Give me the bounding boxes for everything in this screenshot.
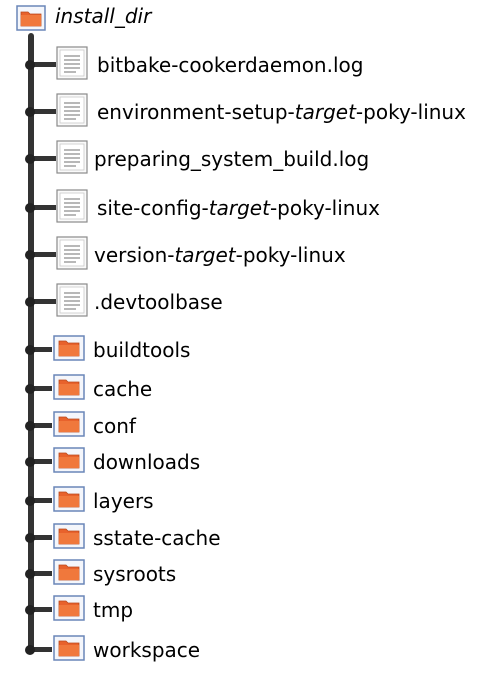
folder-entry: layers	[0, 481, 495, 521]
folder-label: conf	[93, 414, 136, 438]
file-label: preparing_system_build.log	[94, 147, 369, 171]
tree-node-dot	[25, 605, 35, 615]
tree-node-dot	[25, 60, 35, 70]
folder-entry: cache	[0, 369, 495, 409]
tree-node-dot	[25, 297, 35, 307]
tree-node-dot	[25, 154, 35, 164]
label-part: buildtools	[93, 338, 191, 362]
folder-icon	[53, 411, 85, 441]
folder-icon	[53, 447, 85, 477]
document-icon	[56, 189, 88, 227]
file-label: environment-setup-target-poky-linux	[97, 100, 466, 124]
label-part: version-	[94, 243, 175, 267]
folder-icon	[53, 635, 85, 665]
root-folder-label: install_dir	[55, 4, 152, 28]
tree-node-dot	[25, 457, 35, 467]
file-entry: bitbake-cookerdaemon.log	[0, 45, 495, 85]
label-part: preparing_system_build.log	[94, 147, 370, 171]
folder-icon	[53, 595, 85, 625]
label-part: environment-setup-	[97, 100, 295, 124]
label-part: -poky-linux	[355, 100, 466, 124]
folder-icon	[53, 335, 85, 365]
file-entry: site-config-target-poky-linux	[0, 188, 495, 228]
file-entry: .devtoolbase	[0, 282, 495, 322]
file-label: site-config-target-poky-linux	[97, 196, 380, 220]
tree-node-dot	[25, 421, 35, 431]
folder-label: tmp	[93, 598, 133, 622]
label-part: workspace	[93, 638, 201, 662]
folder-entry: downloads	[0, 442, 495, 482]
file-entry: version-target-poky-linux	[0, 235, 495, 275]
label-part: layers	[93, 489, 154, 513]
document-icon	[56, 93, 88, 131]
tree-node-dot	[25, 345, 35, 355]
folder-label: sysroots	[93, 562, 176, 586]
folder-label: cache	[93, 377, 152, 401]
label-part: conf	[93, 414, 136, 438]
label-part: site-config-	[97, 196, 209, 220]
folder-icon	[53, 486, 85, 516]
tree-node-dot	[25, 533, 35, 543]
folder-entry: conf	[0, 406, 495, 446]
folder-label: downloads	[93, 450, 200, 474]
tree-node-dot	[25, 645, 35, 655]
folder-entry: workspace	[0, 630, 495, 670]
document-icon	[56, 140, 88, 178]
label-part: -poky-linux	[235, 243, 346, 267]
folder-icon	[53, 523, 85, 553]
label-part: downloads	[93, 450, 201, 474]
document-icon	[56, 46, 88, 84]
file-entry: preparing_system_build.log	[0, 139, 495, 179]
label-italic-part: target	[208, 196, 270, 220]
tree-node-dot	[25, 203, 35, 213]
file-label: version-target-poky-linux	[94, 243, 346, 267]
folder-icon	[53, 559, 85, 589]
folder-label: buildtools	[93, 338, 190, 362]
document-icon	[56, 283, 88, 321]
folder-label: sstate-cache	[93, 526, 221, 550]
label-italic-part: target	[294, 100, 356, 124]
label-part: sstate-cache	[93, 526, 221, 550]
folder-entry: sysroots	[0, 554, 495, 594]
label-part: tmp	[93, 598, 134, 622]
folder-entry: sstate-cache	[0, 518, 495, 558]
folder-icon	[16, 5, 46, 35]
folder-icon	[53, 374, 85, 404]
folder-label: layers	[93, 489, 154, 513]
label-italic-part: target	[174, 243, 236, 267]
directory-tree: install_dir bitbake-cookerdaemon.log envi…	[0, 0, 495, 674]
label-part: cache	[93, 377, 153, 401]
folder-entry: tmp	[0, 590, 495, 630]
document-icon	[56, 236, 88, 274]
file-entry: environment-setup-target-poky-linux	[0, 92, 495, 132]
file-label: .devtoolbase	[94, 290, 223, 314]
label-part: -poky-linux	[269, 196, 380, 220]
tree-node-dot	[25, 569, 35, 579]
label-part: sysroots	[93, 562, 177, 586]
tree-node-dot	[25, 384, 35, 394]
label-part: bitbake-cookerdaemon.log	[97, 53, 364, 77]
folder-label: workspace	[93, 638, 200, 662]
folder-entry: buildtools	[0, 330, 495, 370]
tree-node-dot	[25, 107, 35, 117]
tree-node-dot	[25, 250, 35, 260]
tree-node-dot	[25, 496, 35, 506]
file-label: bitbake-cookerdaemon.log	[97, 53, 363, 77]
label-part: .devtoolbase	[94, 290, 223, 314]
